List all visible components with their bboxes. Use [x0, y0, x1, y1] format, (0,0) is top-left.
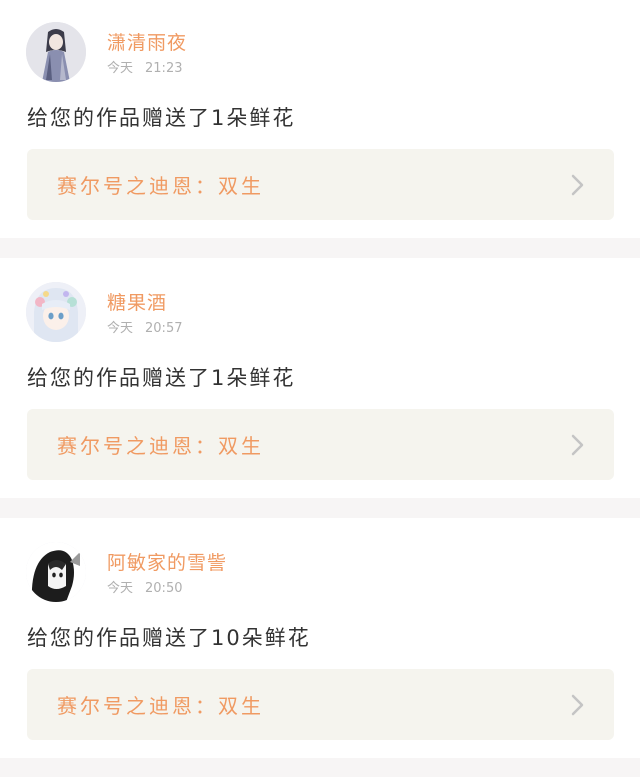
gift-message: 给您的作品赠送了10朵鲜花: [27, 626, 311, 650]
work-link-button[interactable]: 赛尔号之迪恩：双生: [27, 669, 614, 740]
gift-message: 给您的作品赠送了1朵鲜花: [27, 106, 296, 130]
timestamp-day: 今天: [107, 61, 134, 76]
timestamp-day: 今天: [107, 581, 134, 596]
username[interactable]: 糖果酒: [107, 288, 167, 315]
user-avatar[interactable]: [26, 542, 86, 602]
chevron-right-icon: [568, 693, 588, 717]
timestamp-time: 20:50: [145, 581, 183, 596]
avatar-image: [26, 22, 86, 82]
chevron-right-icon: [568, 433, 588, 457]
timestamp-time: 21:23: [145, 61, 183, 76]
username[interactable]: 潇清雨夜: [107, 28, 187, 55]
timestamp: 今天 21:23: [107, 57, 182, 76]
notification-card: 潇清雨夜 今天 21:23 给您的作品赠送了1朵鲜花 赛尔号之迪恩：双生: [0, 0, 640, 238]
timestamp-day: 今天: [107, 321, 134, 336]
chevron-right-icon: [568, 173, 588, 197]
username[interactable]: 阿敏家的雪訾: [107, 548, 227, 575]
work-title: 赛尔号之迪恩：双生: [57, 434, 264, 458]
user-avatar[interactable]: [26, 22, 86, 82]
notification-card: 糖果酒 今天 20:57 给您的作品赠送了1朵鲜花 赛尔号之迪恩：双生: [0, 258, 640, 498]
work-link-button[interactable]: 赛尔号之迪恩：双生: [27, 409, 614, 480]
gift-message: 给您的作品赠送了1朵鲜花: [27, 366, 296, 390]
user-avatar[interactable]: [26, 282, 86, 342]
work-title: 赛尔号之迪恩：双生: [57, 694, 264, 718]
avatar-image: [26, 542, 86, 602]
avatar-image: [26, 282, 86, 342]
timestamp-time: 20:57: [145, 321, 183, 336]
work-link-button[interactable]: 赛尔号之迪恩：双生: [27, 149, 614, 220]
work-title: 赛尔号之迪恩：双生: [57, 174, 264, 198]
notification-card: 阿敏家的雪訾 今天 20:50 给您的作品赠送了10朵鲜花 赛尔号之迪恩：双生: [0, 518, 640, 758]
timestamp: 今天 20:57: [107, 317, 182, 336]
gift-notification-feed: 潇清雨夜 今天 21:23 给您的作品赠送了1朵鲜花 赛尔号之迪恩：双生 糖果酒…: [0, 0, 640, 777]
timestamp: 今天 20:50: [107, 577, 182, 596]
